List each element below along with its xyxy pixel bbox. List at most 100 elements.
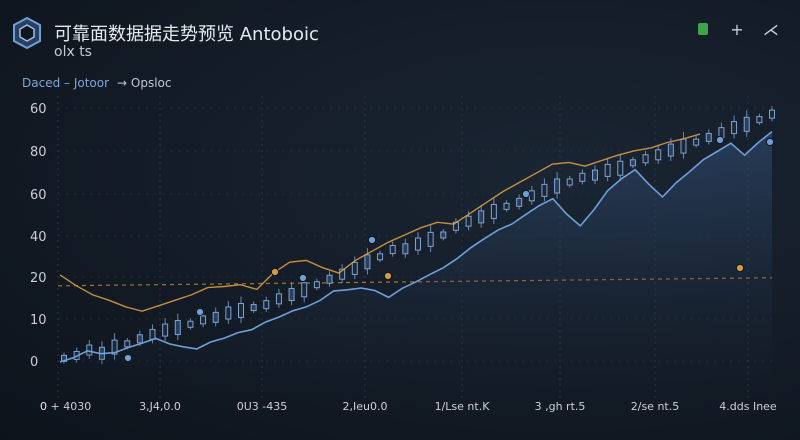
candle-34: [490, 197, 497, 225]
candle-body-7: [149, 328, 156, 340]
candle-body-24: [364, 254, 371, 270]
candle-body-53: [731, 121, 738, 135]
candle-body-37: [528, 190, 535, 202]
candle-49: [680, 132, 687, 159]
data-point-marker-1: [195, 307, 205, 317]
data-point-marker-6: [521, 189, 531, 199]
candle-body-55: [756, 116, 763, 124]
candle-20: [313, 278, 320, 291]
candle-body-16: [263, 300, 270, 310]
candle-43: [604, 158, 611, 182]
candle-21: [326, 271, 333, 287]
candle-38: [541, 178, 548, 202]
candle-31: [452, 218, 459, 234]
candle-body-18: [288, 288, 295, 302]
data-point-marker-5: [383, 271, 393, 281]
y-tick-label-5: 80: [30, 145, 47, 160]
candle-body-13: [225, 306, 232, 320]
x-tick-origin: 0: [40, 400, 47, 413]
candle-8: [162, 318, 169, 341]
candle-body-5: [124, 340, 131, 348]
candle-body-44: [617, 160, 624, 176]
y-tick-label-2: 20: [30, 271, 47, 286]
candle-body-43: [604, 163, 611, 177]
candle-body-50: [693, 138, 700, 146]
candle-body-49: [680, 138, 687, 154]
candle-body-30: [440, 231, 447, 239]
candle-body-11: [200, 315, 207, 325]
x-tick-label-0: 0 + 4030: [40, 400, 91, 413]
candle-body-14: [238, 302, 244, 318]
candle-body-56: [769, 109, 775, 119]
x-tick-label-7: 4.dds Inee: [719, 400, 777, 413]
candle-body-48: [667, 143, 674, 157]
x-tick-label-6: 2/se nt.5: [631, 400, 679, 413]
x-tick-label-1: 3,J4,0.0: [139, 400, 181, 413]
candle-24: [364, 247, 371, 275]
y-tick-label-1: 10: [30, 313, 47, 328]
candle-12: [212, 307, 219, 327]
candle-body-41: [579, 172, 586, 182]
data-point-marker-0: [123, 353, 133, 363]
candle-body-54: [743, 116, 750, 132]
chart[interactable]: 0 10 20 40 60 80 60 0 + 4030 3,J4,0.0 0U3 -435 2,I…: [0, 0, 800, 440]
candle-body-23: [351, 261, 358, 275]
candle-body-10: [187, 320, 194, 328]
candle-33: [478, 204, 485, 228]
candle-body-39: [554, 178, 561, 194]
candle-26: [389, 241, 396, 257]
candle-46: [642, 150, 649, 166]
candle-51: [705, 129, 712, 145]
candle-25: [377, 250, 384, 263]
candle-body-36: [516, 197, 523, 207]
candle-29: [427, 225, 434, 252]
candle-10: [187, 318, 194, 330]
candle-28: [415, 232, 421, 255]
candle-body-27: [402, 243, 409, 255]
candle-body-35: [503, 202, 510, 210]
candle-41: [579, 169, 586, 185]
candle-13: [225, 301, 232, 324]
data-point-marker-7: [715, 135, 725, 145]
data-point-marker-8: [735, 263, 745, 273]
candle-body-26: [389, 245, 396, 255]
chart-window: 可靠面数据据走势预览 Antoboic olx ts + ⋌ Daced – J…: [0, 0, 800, 440]
y-tick-label-3: 40: [30, 230, 47, 245]
candle-37: [528, 185, 535, 205]
candle-36: [516, 194, 523, 210]
series-area: [60, 131, 772, 392]
candle-47: [655, 144, 662, 164]
candle-16: [263, 296, 270, 312]
candle-body-21: [326, 274, 333, 284]
y-tick-label-0: 0: [30, 355, 38, 370]
x-tick-label-2: 0U3 -435: [237, 400, 288, 413]
candle-body-6: [136, 334, 143, 344]
candle-body-20: [313, 281, 320, 289]
candle-body-51: [705, 132, 712, 142]
data-point-marker-4: [367, 235, 377, 245]
candle-body-40: [566, 178, 573, 186]
candle-body-32: [465, 215, 472, 227]
candle-body-38: [541, 183, 548, 197]
x-tick-label-3: 2,Ieu0.0: [343, 400, 388, 413]
candle-40: [566, 176, 573, 188]
candle-27: [402, 238, 409, 258]
candle-9: [174, 313, 181, 341]
candle-44: [617, 154, 624, 181]
candle-35: [503, 200, 510, 212]
data-point-marker-3: [298, 273, 308, 283]
candle-body-47: [655, 149, 662, 161]
candle-body-8: [162, 323, 169, 337]
candle-55: [756, 113, 763, 126]
candle-body-25: [377, 253, 384, 261]
candle-17: [275, 288, 282, 308]
y-tick-label-4: 60: [30, 188, 47, 203]
y-tick-label-6: 60: [30, 102, 47, 117]
candle-body-17: [275, 293, 282, 305]
candle-body-12: [212, 311, 219, 323]
data-point-marker-9: [765, 137, 775, 147]
x-tick-label-4: 1/Lse nt.K: [435, 400, 491, 413]
candle-30: [440, 229, 447, 241]
candle-body-34: [490, 203, 497, 219]
candle-50: [693, 136, 700, 148]
